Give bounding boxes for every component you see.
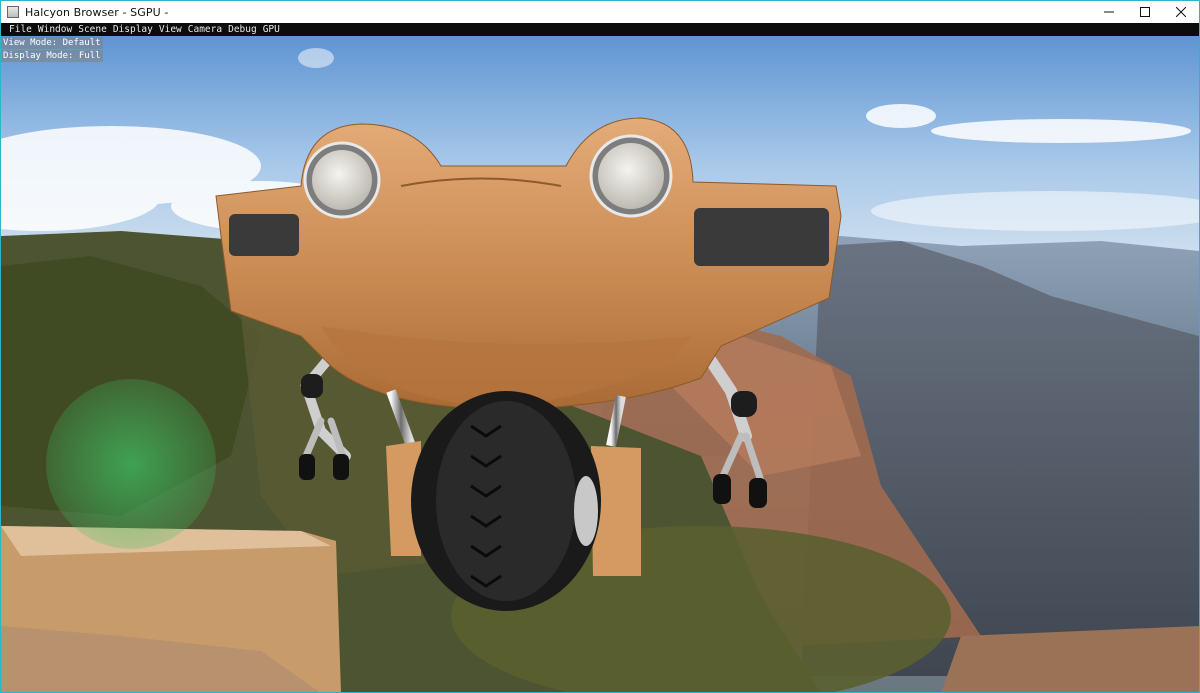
window-controls bbox=[1091, 1, 1199, 23]
menu-gpu[interactable]: GPU bbox=[263, 23, 280, 36]
view-mode-label: View Mode: Default bbox=[1, 37, 103, 49]
rendered-scene bbox=[1, 36, 1199, 692]
menu-file[interactable]: File bbox=[9, 23, 32, 36]
left-grille bbox=[229, 214, 299, 256]
menu-debug[interactable]: Debug bbox=[228, 23, 257, 36]
display-mode-label: Display Mode: Full bbox=[1, 50, 103, 62]
close-icon bbox=[1176, 7, 1186, 17]
window-title: Halcyon Browser - SGPU - bbox=[25, 5, 169, 19]
menu-bar: File Window Scene Display View Camera De… bbox=[1, 23, 1199, 36]
app-window: Halcyon Browser - SGPU - File Window Sce… bbox=[0, 0, 1200, 693]
app-icon bbox=[7, 6, 19, 18]
right-grille bbox=[694, 208, 829, 266]
maximize-button[interactable] bbox=[1127, 1, 1163, 23]
title-bar[interactable]: Halcyon Browser - SGPU - bbox=[1, 1, 1199, 23]
menu-view[interactable]: View bbox=[159, 23, 182, 36]
left-eye bbox=[312, 150, 372, 210]
close-button[interactable] bbox=[1163, 1, 1199, 23]
minimize-icon bbox=[1104, 11, 1114, 13]
menu-window[interactable]: Window bbox=[38, 23, 72, 36]
menu-display[interactable]: Display bbox=[113, 23, 153, 36]
maximize-icon bbox=[1140, 7, 1150, 17]
menu-camera[interactable]: Camera bbox=[188, 23, 222, 36]
lens-flare bbox=[46, 379, 216, 549]
right-eye bbox=[598, 143, 664, 209]
robot-wheel bbox=[411, 391, 601, 611]
menu-scene[interactable]: Scene bbox=[78, 23, 107, 36]
render-viewport[interactable]: View Mode: Default Display Mode: Full bbox=[1, 36, 1199, 692]
minimize-button[interactable] bbox=[1091, 1, 1127, 23]
